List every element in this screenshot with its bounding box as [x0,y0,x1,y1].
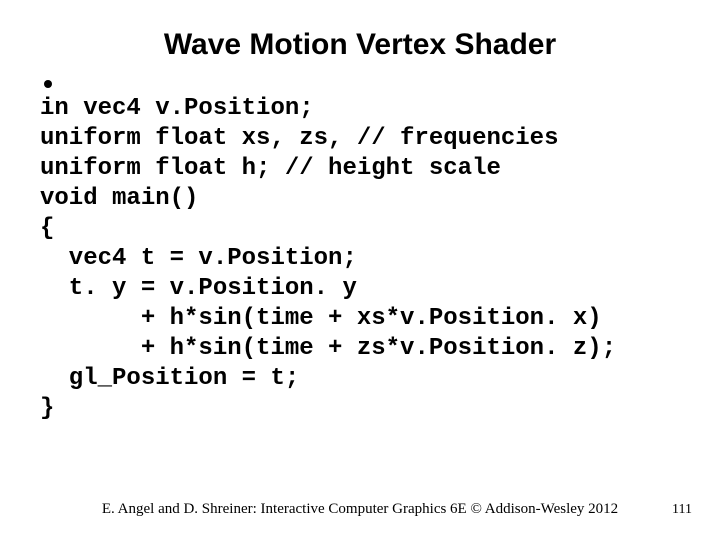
slide-title: Wave Motion Vertex Shader [0,0,720,80]
code-line: + h*sin(time + zs*v.Position. z); [40,335,616,362]
page-number: 111 [672,502,692,518]
code-line: in vec4 v.Position; [40,95,314,122]
code-line: t. y = v.Position. y [40,275,357,302]
footer-citation: E. Angel and D. Shreiner: Interactive Co… [0,501,720,518]
code-line: vec4 t = v.Position; [40,245,357,272]
slide-content: in vec4 v.Position; uniform float xs, zs… [0,80,720,424]
code-line: uniform float xs, zs, // frequencies [40,125,558,152]
code-line: uniform float h; // height scale [40,155,501,182]
bullet-icon [44,80,52,88]
code-block: in vec4 v.Position; uniform float xs, zs… [40,94,680,424]
code-line: + h*sin(time + xs*v.Position. x) [40,305,602,332]
code-line: { [40,215,54,242]
code-line: } [40,395,54,422]
code-line: void main() [40,185,198,212]
code-line: gl_Position = t; [40,365,299,392]
